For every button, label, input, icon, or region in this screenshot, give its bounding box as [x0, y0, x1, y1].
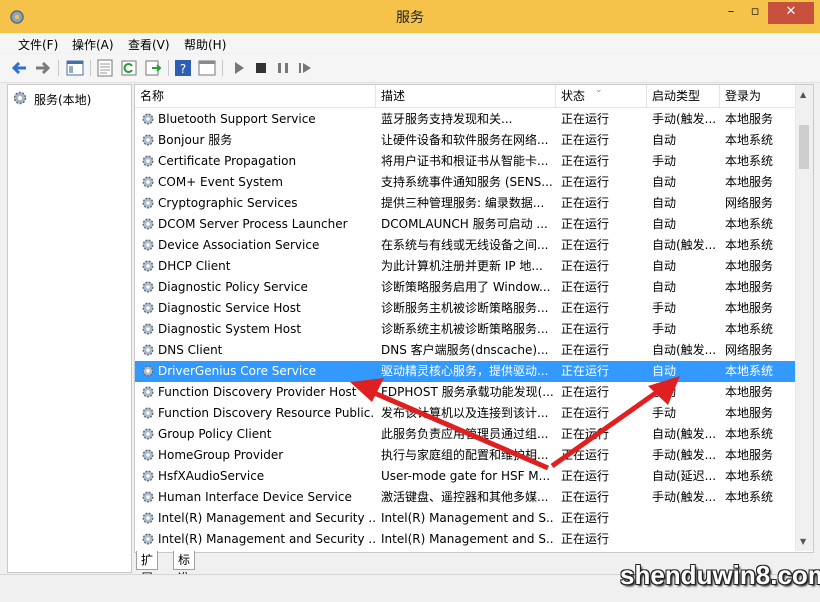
- red-arrow-right: [550, 376, 680, 469]
- watermark: shenduwin8.com: [620, 560, 820, 590]
- annotation-arrows: [350, 376, 680, 471]
- red-arrow-left: [350, 378, 549, 471]
- services-window: 服务 – ▫ ✕ 文件(F) 操作(A) 查看(V) 帮助(H) ? 服务(本地…: [0, 0, 820, 602]
